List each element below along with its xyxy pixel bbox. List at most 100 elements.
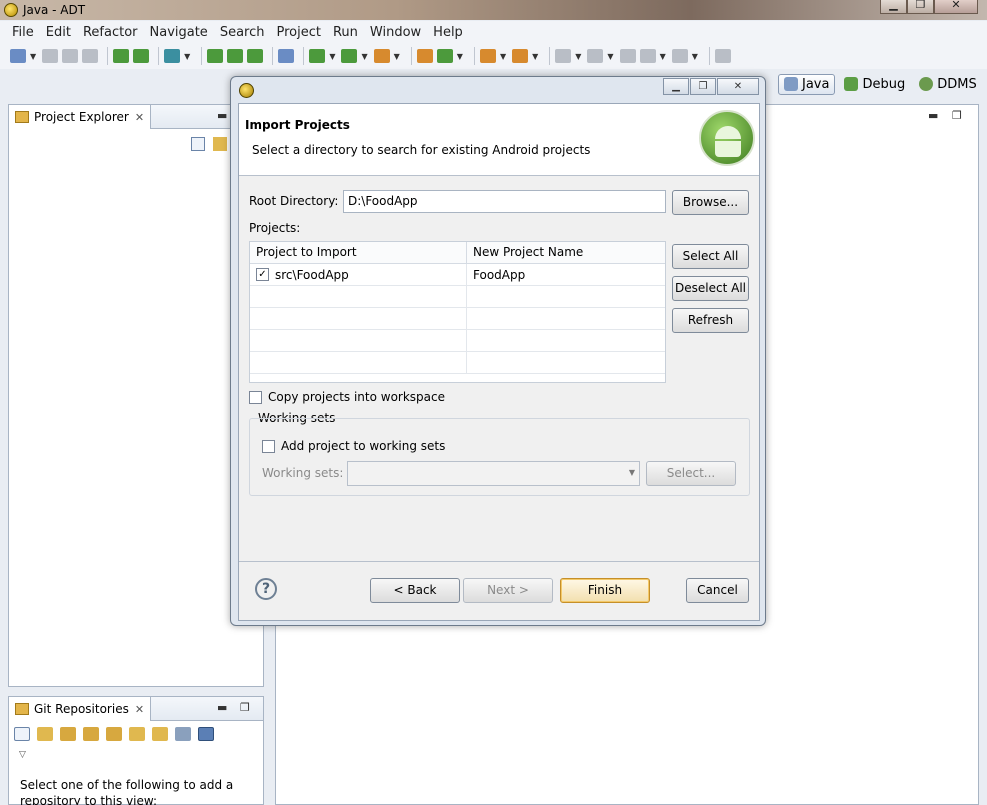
debug-icon[interactable] — [309, 49, 326, 63]
search-dropdown-icon[interactable]: ▼ — [532, 52, 538, 61]
working-sets-select-button[interactable]: Select... — [646, 461, 736, 486]
open-type-dropdown-icon[interactable]: ▼ — [500, 52, 506, 61]
link-with-editor-icon[interactable] — [213, 137, 227, 151]
collapse-all-icon[interactable] — [191, 137, 205, 151]
back-dropdown-icon[interactable]: ▼ — [660, 52, 666, 61]
android-sdk-manager-icon[interactable] — [113, 49, 130, 63]
previous-annotation-dropdown-icon[interactable]: ▼ — [607, 52, 613, 61]
git-repository-icon — [15, 703, 29, 715]
lint-dropdown-icon[interactable]: ▼ — [184, 52, 190, 61]
new-class-dropdown-icon[interactable]: ▼ — [457, 52, 463, 61]
new-icon[interactable] — [10, 49, 26, 63]
hierarchical-layout-icon[interactable] — [175, 727, 191, 741]
create-repository-icon[interactable] — [106, 727, 122, 741]
android-avd-manager-icon[interactable] — [133, 49, 150, 63]
new-java-class-icon[interactable] — [436, 49, 453, 63]
link-with-selection-icon[interactable] — [37, 727, 53, 741]
collapse-all-icon[interactable] — [14, 727, 30, 741]
debug-dropdown-icon[interactable]: ▼ — [329, 52, 335, 61]
maximize-editor-icon[interactable]: ❐ — [952, 109, 962, 122]
menu-run[interactable]: Run — [327, 25, 364, 40]
save-icon[interactable] — [42, 49, 59, 63]
skip-breakpoints-icon[interactable] — [278, 49, 295, 63]
new-java-package-icon[interactable] — [416, 49, 433, 63]
minimize-view-icon[interactable]: ▬ — [217, 701, 227, 714]
maximize-button[interactable]: ❐ — [907, 0, 934, 14]
print-icon[interactable] — [82, 49, 99, 63]
maximize-view-icon[interactable]: ❐ — [240, 701, 250, 714]
back-icon[interactable] — [639, 49, 656, 63]
new-android-test-icon[interactable] — [227, 49, 244, 63]
table-row — [250, 330, 665, 352]
menu-refactor[interactable]: Refactor — [77, 25, 144, 40]
forward-icon[interactable] — [671, 49, 688, 63]
tab-git-repositories[interactable]: Git Repositories ✕ — [9, 697, 152, 721]
column-project-to-import[interactable]: Project to Import — [250, 242, 467, 263]
back-button[interactable]: < Back — [370, 578, 460, 603]
dialog-maximize-button[interactable]: ❐ — [690, 78, 716, 95]
dialog-minimize-button[interactable]: ▁ — [663, 78, 689, 95]
copy-projects-checkbox[interactable] — [249, 390, 262, 404]
select-all-button[interactable]: Select All — [672, 244, 749, 269]
help-icon[interactable]: ? — [255, 578, 277, 600]
next-annotation-icon[interactable] — [555, 49, 572, 63]
copy-projects-option[interactable]: Copy projects into workspace — [249, 390, 445, 404]
new-android-project-icon[interactable] — [207, 49, 224, 63]
refresh-icon[interactable] — [129, 727, 145, 741]
refresh-button[interactable]: Refresh — [672, 308, 749, 333]
dialog-title: Import Projects — [245, 118, 350, 132]
minimize-view-icon[interactable]: ▬ — [217, 109, 227, 122]
previous-annotation-icon[interactable] — [587, 49, 604, 63]
close-button[interactable]: ✕ — [934, 0, 978, 14]
view-menu-icon[interactable]: ▽ — [19, 750, 26, 760]
link-icon[interactable] — [152, 727, 168, 741]
perspective-debug[interactable]: Debug — [839, 75, 910, 94]
menu-navigate[interactable]: Navigate — [144, 25, 214, 40]
minimize-button[interactable]: ▁ — [880, 0, 907, 14]
save-all-icon[interactable] — [62, 49, 79, 63]
flat-layout-icon[interactable] — [198, 727, 214, 741]
forward-dropdown-icon[interactable]: ▼ — [692, 52, 698, 61]
project-checkbox[interactable]: ✓ — [256, 268, 269, 281]
menu-help[interactable]: Help — [427, 25, 469, 40]
close-tab-icon[interactable]: ✕ — [135, 703, 144, 716]
root-directory-input[interactable]: D:\FoodApp — [343, 190, 666, 213]
new-dropdown-icon[interactable]: ▼ — [30, 52, 36, 61]
tab-project-explorer[interactable]: Project Explorer ✕ — [9, 105, 152, 129]
working-sets-combo[interactable]: ▼ — [347, 461, 640, 486]
finish-button[interactable]: Finish — [560, 578, 650, 603]
new-project-name-cell[interactable]: FoodApp — [467, 264, 665, 285]
clone-repository-icon[interactable] — [83, 727, 99, 741]
cancel-button[interactable]: Cancel — [686, 578, 749, 603]
next-button[interactable]: Next > — [463, 578, 553, 603]
menu-edit[interactable]: Edit — [40, 25, 77, 40]
close-tab-icon[interactable]: ✕ — [135, 111, 144, 124]
browse-button[interactable]: Browse... — [672, 190, 749, 215]
add-repository-icon[interactable] — [60, 727, 76, 741]
new-xml-file-icon[interactable] — [247, 49, 264, 63]
open-type-icon[interactable] — [479, 49, 496, 63]
run-dropdown-icon[interactable]: ▼ — [361, 52, 367, 61]
dialog-close-button[interactable]: ✕ — [717, 78, 759, 95]
column-new-project-name[interactable]: New Project Name — [467, 242, 665, 263]
dialog-titlebar: ▁ ❐ ✕ — [231, 77, 765, 103]
lint-check-icon[interactable] — [164, 49, 181, 63]
menu-project[interactable]: Project — [270, 25, 326, 40]
external-tools-icon[interactable] — [373, 49, 390, 63]
menu-window[interactable]: Window — [364, 25, 427, 40]
perspective-java[interactable]: Java — [778, 73, 836, 95]
add-to-working-sets-option[interactable]: Add project to working sets — [262, 439, 445, 453]
pin-editor-icon[interactable] — [714, 49, 731, 63]
run-icon[interactable] — [341, 49, 358, 63]
deselect-all-button[interactable]: Deselect All — [672, 276, 749, 301]
external-tools-dropdown-icon[interactable]: ▼ — [394, 52, 400, 61]
search-tool-icon[interactable] — [512, 49, 529, 63]
add-to-working-sets-checkbox[interactable] — [262, 439, 275, 453]
last-edit-icon[interactable] — [619, 49, 636, 63]
menu-file[interactable]: File — [6, 25, 40, 40]
perspective-ddms[interactable]: DDMS — [914, 75, 982, 94]
table-row[interactable]: ✓ src\FoodApp FoodApp — [250, 264, 665, 286]
menu-search[interactable]: Search — [214, 25, 271, 40]
minimize-editor-icon[interactable]: ▬ — [928, 109, 938, 122]
next-annotation-dropdown-icon[interactable]: ▼ — [575, 52, 581, 61]
